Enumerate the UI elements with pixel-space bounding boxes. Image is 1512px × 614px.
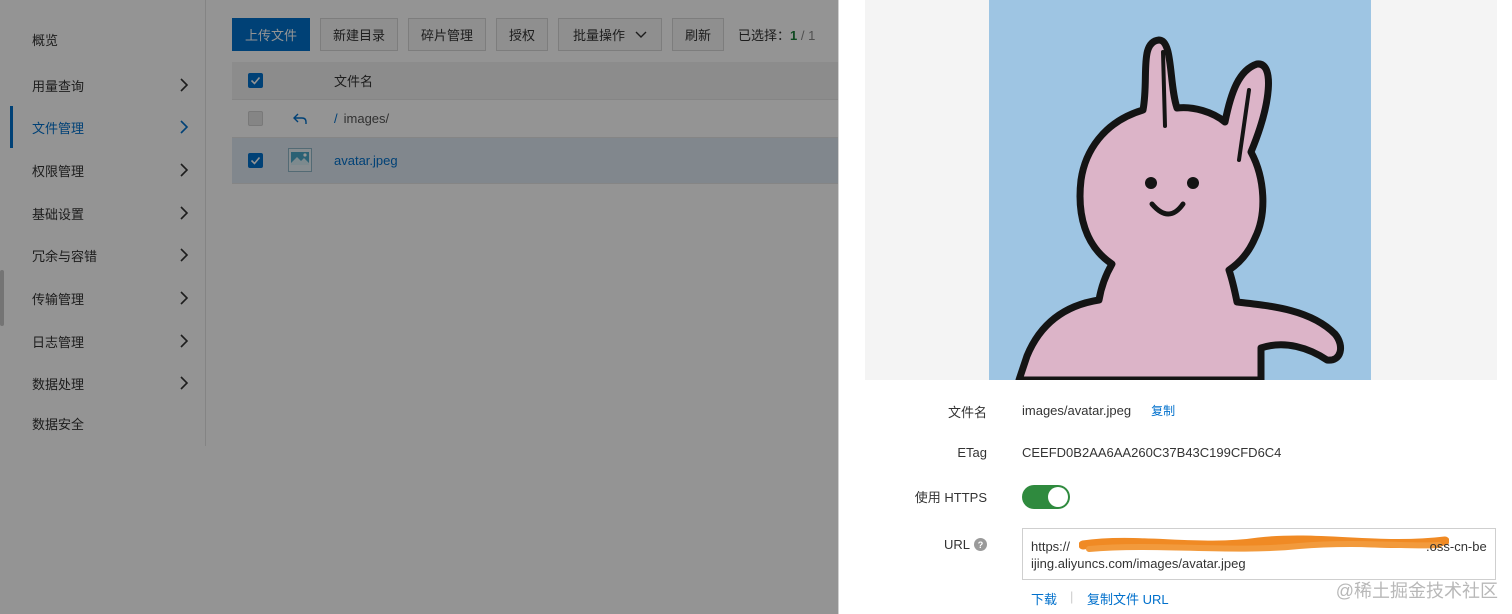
filename-value: images/avatar.jpeg bbox=[1022, 403, 1132, 418]
link-divider: | bbox=[1070, 589, 1074, 604]
copy-file-url-link[interactable]: 复制文件 URL bbox=[1087, 589, 1169, 608]
filename-row: images/avatar.jpeg 复制 bbox=[1022, 402, 1175, 419]
url-prefix: https:// bbox=[1031, 539, 1071, 554]
url-field[interactable]: https://.oss-cn-beijing.aliyuncs.com/ima… bbox=[1022, 528, 1496, 580]
file-detail-drawer: 文件名 images/avatar.jpeg 复制 ETag CEEFD0B2AA… bbox=[838, 0, 1512, 614]
https-toggle[interactable] bbox=[1022, 485, 1070, 509]
etag-label: ETag bbox=[957, 445, 987, 460]
redaction-scribble bbox=[1079, 535, 1449, 552]
modal-backdrop[interactable] bbox=[0, 0, 838, 614]
svg-text:?: ? bbox=[978, 540, 984, 550]
https-label: 使用 HTTPS bbox=[914, 490, 987, 505]
copy-filename-link[interactable]: 复制 bbox=[1151, 404, 1175, 418]
help-icon[interactable]: ? bbox=[974, 538, 987, 551]
toggle-knob bbox=[1048, 487, 1068, 507]
etag-value: CEEFD0B2AA6AA260C37B43C199CFD6C4 bbox=[1022, 445, 1282, 460]
url-label: URL bbox=[943, 537, 970, 552]
watermark: @稀土掘金技术社区 bbox=[1335, 581, 1498, 601]
download-link[interactable]: 下载 bbox=[1031, 589, 1057, 608]
image-preview bbox=[989, 0, 1371, 380]
bunny-illustration bbox=[1015, 36, 1345, 380]
filename-label: 文件名 bbox=[947, 405, 987, 420]
url-label-row: URL? bbox=[944, 537, 987, 552]
